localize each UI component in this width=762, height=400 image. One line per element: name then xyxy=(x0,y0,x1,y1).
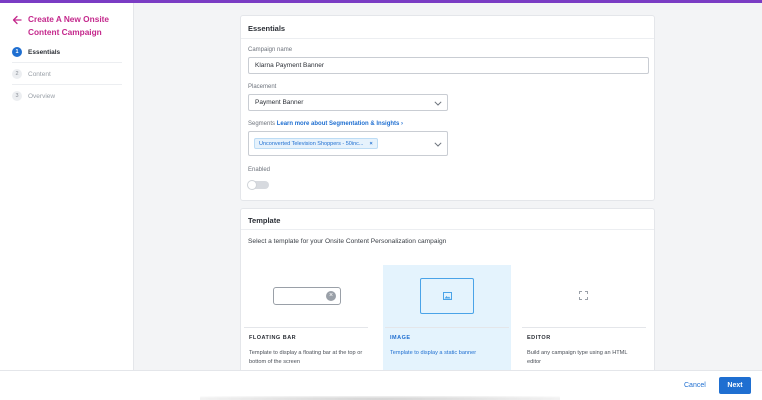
template-divider xyxy=(244,327,368,328)
template-description: Build any campaign type using an HTML ed… xyxy=(527,350,628,365)
image-preview xyxy=(420,278,474,314)
step-number: 3 xyxy=(12,91,22,101)
segment-tag-label: Unconverted Television Shoppers - 50inc.… xyxy=(259,140,364,147)
page-title: Create A New Onsite Content Campaign xyxy=(28,14,109,37)
essentials-title: Essentials xyxy=(248,24,286,33)
segments-label-row: Segments Learn more about Segmentation &… xyxy=(248,121,403,127)
template-name: FLOATING BAR xyxy=(249,335,297,341)
step-label: Overview xyxy=(28,92,56,100)
template-card: Template Select a template for your Onsi… xyxy=(240,208,655,375)
segment-tag: Unconverted Television Shoppers - 50inc.… xyxy=(254,138,378,149)
placement-select[interactable]: Payment Banner xyxy=(248,94,448,111)
back-arrow-icon[interactable] xyxy=(12,15,22,25)
image-icon xyxy=(443,292,452,300)
sidebar: Create A New Onsite Content Campaign 1 E… xyxy=(0,3,134,370)
close-icon: × xyxy=(326,291,336,301)
template-name: IMAGE xyxy=(390,335,411,341)
segmentation-learn-more-link[interactable]: Learn more about Segmentation & Insights… xyxy=(277,121,403,127)
segments-label: Segments xyxy=(248,121,276,127)
card-divider xyxy=(241,38,654,39)
essentials-card: Essentials Campaign name Klarna Payment … xyxy=(240,15,655,201)
floating-bar-icon: × xyxy=(273,287,341,305)
step-divider xyxy=(12,84,122,85)
template-title: Template xyxy=(248,216,281,225)
step-number: 1 xyxy=(12,47,22,57)
expand-icon xyxy=(579,291,588,300)
cancel-button[interactable]: Cancel xyxy=(676,377,714,394)
template-name: EDITOR xyxy=(527,335,551,341)
template-option-editor[interactable]: EDITOR Build any campaign type using an … xyxy=(520,265,648,375)
step-label: Essentials xyxy=(28,48,61,56)
step-essentials[interactable]: 1 Essentials xyxy=(12,47,60,57)
chevron-down-icon xyxy=(434,141,442,147)
campaign-name-label: Campaign name xyxy=(248,47,293,53)
step-overview[interactable]: 3 Overview xyxy=(12,91,55,101)
step-divider xyxy=(12,62,122,63)
bottom-shadow xyxy=(200,396,560,400)
enabled-toggle[interactable] xyxy=(247,180,269,190)
template-subtitle: Select a template for your Onsite Conten… xyxy=(248,238,447,245)
segmentation-link-text: Learn more about Segmentation & Insights xyxy=(276,121,400,127)
campaign-name-value: Klarna Payment Banner xyxy=(255,62,325,69)
campaign-name-input[interactable]: Klarna Payment Banner xyxy=(248,57,649,74)
template-description: Template to display a floating bar at th… xyxy=(249,350,363,365)
toggle-knob xyxy=(247,180,257,190)
chevron-right-icon: › xyxy=(401,121,404,127)
placement-label: Placement xyxy=(248,84,277,90)
step-label: Content xyxy=(28,70,51,78)
chevron-down-icon xyxy=(434,100,442,106)
template-divider xyxy=(385,327,509,328)
step-content[interactable]: 2 Content xyxy=(12,69,51,79)
card-divider xyxy=(241,229,654,230)
remove-tag-icon[interactable]: × xyxy=(369,141,372,147)
template-option-image[interactable]: IMAGE Template to display a static banne… xyxy=(383,265,511,375)
placement-value: Payment Banner xyxy=(255,99,304,106)
sidebar-header: Create A New Onsite Content Campaign xyxy=(12,13,128,39)
template-divider xyxy=(522,327,646,328)
step-number: 2 xyxy=(12,69,22,79)
template-option-floating-bar[interactable]: × FLOATING BAR Template to display a flo… xyxy=(242,265,370,375)
segments-select[interactable]: Unconverted Television Shoppers - 50inc.… xyxy=(248,131,448,156)
next-button[interactable]: Next xyxy=(719,377,751,394)
enabled-label: Enabled xyxy=(248,167,271,173)
template-description: Template to display a static banner xyxy=(390,350,477,356)
